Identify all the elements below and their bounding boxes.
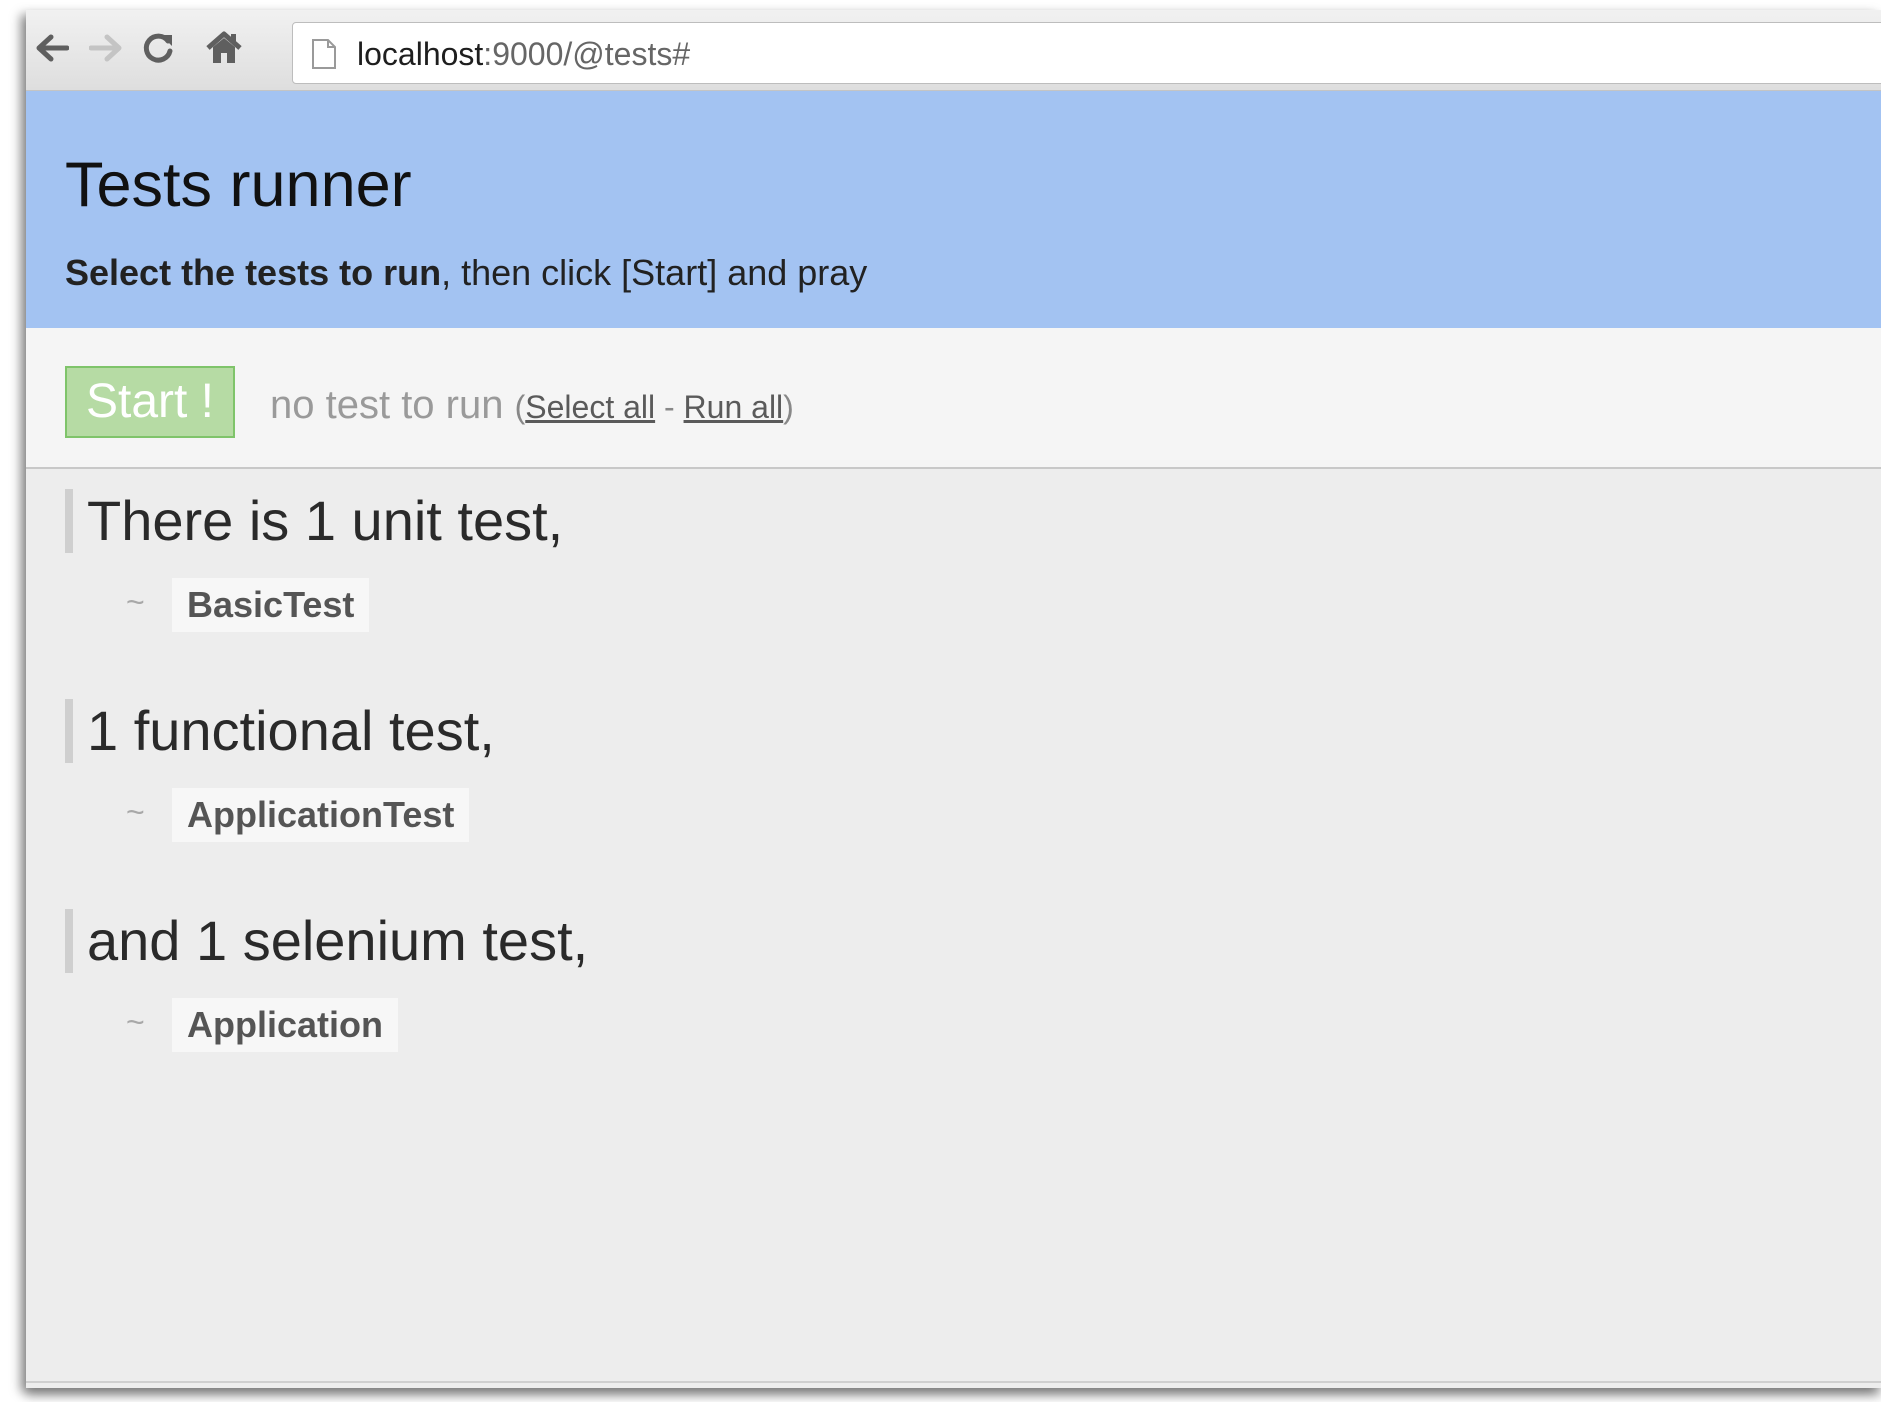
functional-tests-heading: 1 functional test, <box>65 699 495 763</box>
home-button[interactable] <box>204 28 244 68</box>
page-subtitle: Select the tests to run, then click [Sta… <box>65 252 867 294</box>
paren-open: ( <box>514 389 526 425</box>
page-title: Tests runner <box>65 150 412 220</box>
paren-close: ) <box>783 389 794 425</box>
reload-button[interactable] <box>138 28 178 68</box>
url-path: :9000/@tests# <box>483 36 691 72</box>
address-bar[interactable]: localhost:9000/@tests# <box>292 22 1881 84</box>
status-text: no test to run <box>270 383 504 427</box>
bullet: ~ <box>126 1004 145 1040</box>
selenium-tests-heading: and 1 selenium test, <box>65 909 588 973</box>
url-text: localhost:9000/@tests# <box>357 36 690 73</box>
subtitle-emphasis: Select the tests to run <box>65 252 442 293</box>
back-arrow-icon <box>36 34 69 62</box>
test-item-basictest[interactable]: BasicTest <box>172 578 370 632</box>
test-item-applicationtest[interactable]: ApplicationTest <box>172 788 470 842</box>
browser-toolbar: localhost:9000/@tests# <box>26 10 1881 91</box>
browser-window: localhost:9000/@tests# Tests runner Sele… <box>26 10 1881 1388</box>
run-toolbar: Start ! no test to run (Select all - Run… <box>26 328 1881 469</box>
run-all-link[interactable]: Run all <box>684 389 784 425</box>
back-button[interactable] <box>32 28 72 68</box>
start-button[interactable]: Start ! <box>65 366 235 438</box>
bullet: ~ <box>126 794 145 830</box>
divider <box>26 1381 1881 1383</box>
forward-button[interactable] <box>86 28 126 68</box>
unit-tests-heading: There is 1 unit test, <box>65 489 563 553</box>
page-icon <box>312 39 336 69</box>
page-content: Tests runner Select the tests to run, th… <box>26 91 1881 1388</box>
url-host: localhost <box>357 36 484 72</box>
subtitle-rest: , then click [Start] and pray <box>441 252 868 293</box>
bullet: ~ <box>126 584 145 620</box>
page-header: Tests runner Select the tests to run, th… <box>26 91 1881 328</box>
reload-icon <box>143 33 173 63</box>
select-all-link[interactable]: Select all <box>525 389 655 425</box>
run-status: no test to run (Select all - Run all) <box>270 383 794 428</box>
test-item-application[interactable]: Application <box>172 998 398 1052</box>
link-separator: - <box>655 389 684 425</box>
forward-arrow-icon <box>89 34 122 62</box>
home-icon <box>206 31 242 63</box>
